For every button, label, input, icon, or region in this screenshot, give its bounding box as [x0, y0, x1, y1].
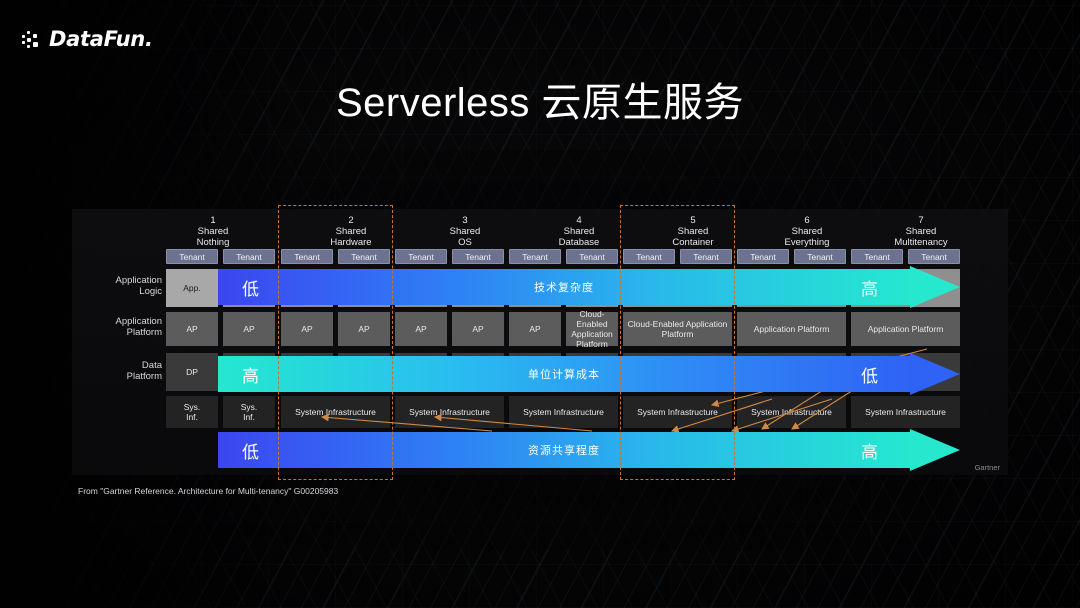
column-line1: Shared [449, 226, 481, 237]
cell-text: Application Platform [867, 324, 944, 334]
column-line1: Shared [563, 226, 595, 237]
cell-sys-inf-col2[interactable]: Sys. Inf. [223, 396, 275, 428]
row-label-application-logic: Application Logic [82, 275, 162, 297]
tenant-box[interactable]: Tenant [223, 249, 275, 264]
cell-application-platform[interactable]: Application Platform Application Platfor… [851, 312, 960, 346]
datafun-logo: DataFun. [22, 26, 153, 52]
row-label-data-platform: Data Platform [82, 360, 162, 382]
tenant-box[interactable]: Tenant [794, 249, 846, 264]
column-line2: OS [458, 237, 472, 248]
cell-app-platform-col1[interactable]: AP [166, 312, 218, 346]
column-line2: Everything [784, 237, 830, 248]
logo-dots-icon [22, 26, 44, 52]
row-label-line1: Application [115, 275, 162, 286]
arrow-end-label: 高 [861, 279, 878, 299]
cell-app-platform[interactable]: AP [452, 312, 504, 346]
tenant-box[interactable]: Tenant [737, 249, 789, 264]
row-label-line1: Data [141, 360, 162, 371]
cell-system-infrastructure[interactable]: System Infrastructure [395, 396, 504, 428]
row-label-line1: Application [115, 316, 162, 327]
arrow-head [910, 429, 960, 471]
column-header-4: 4 Shared Database [524, 215, 634, 248]
column-header-1: 1 Shared Nothing [158, 215, 268, 248]
cell-app-platform[interactable]: AP [509, 312, 561, 346]
cell-cloud-enabled-app-platform[interactable]: Application Platform [737, 312, 846, 346]
row-label-application-platform: Application Platform [82, 316, 162, 338]
row-label-line2: Platform [126, 371, 162, 382]
source-note: From "Gartner Reference. Architecture fo… [78, 486, 339, 496]
tenant-box[interactable]: Tenant [395, 249, 447, 264]
column-number: 6 [804, 215, 810, 226]
cell-app-platform[interactable]: AP [223, 312, 275, 346]
cell-data-platform-col1[interactable]: DP [166, 353, 218, 391]
cell-app-platform[interactable]: AP [395, 312, 447, 346]
arrow-end-label: 高 [861, 442, 878, 462]
highlight-box-column-2 [278, 205, 393, 480]
column-line2: Database [558, 237, 600, 248]
column-header-7: 7 Shared Multitenancy [866, 215, 976, 248]
multitenancy-architecture-diagram: 1 Shared Nothing 2 Shared Hardware 3 Sha… [72, 205, 1008, 480]
tenant-box[interactable]: Tenant [452, 249, 504, 264]
cell-system-infrastructure[interactable]: System Infrastructure [509, 396, 618, 428]
row-label-line2: Logic [139, 286, 162, 297]
column-header-3: 3 Shared OS [410, 215, 520, 248]
arrow-head [910, 353, 960, 395]
column-number: 1 [210, 215, 216, 226]
cell-system-infrastructure[interactable]: System Infrastructure [737, 396, 846, 428]
arrow-head [910, 266, 960, 308]
column-number: 7 [918, 215, 924, 226]
arrow-end-label: 低 [861, 366, 878, 386]
column-header-6: 6 Shared Everything [752, 215, 862, 248]
highlight-box-column-5 [620, 205, 735, 480]
cell-app-platform[interactable]: Cloud-Enabled Application Platform [566, 309, 618, 349]
column-line2: Nothing [196, 237, 230, 248]
cell-system-infrastructure[interactable]: System Infrastructure [851, 396, 960, 428]
slide-root: DataFun. Serverless 云原生服务 1 Shared Nothi… [0, 0, 1080, 608]
column-line1: Shared [791, 226, 823, 237]
column-line1: Shared [197, 226, 229, 237]
column-number: 4 [576, 215, 582, 226]
gartner-attribution: Gartner [974, 463, 1000, 472]
tenant-box[interactable]: Tenant [908, 249, 960, 264]
column-line1: Shared [905, 226, 937, 237]
column-number: 3 [462, 215, 468, 226]
tenant-box[interactable]: Tenant [566, 249, 618, 264]
logo-text: DataFun. [49, 27, 153, 51]
cell-app-logic-col1[interactable]: App. [166, 269, 218, 307]
tenant-box[interactable]: Tenant [509, 249, 561, 264]
tenant-box[interactable]: Tenant [166, 249, 218, 264]
tenant-box[interactable]: Tenant [851, 249, 903, 264]
column-line2: Multitenancy [894, 237, 948, 248]
cell-sys-inf-col1[interactable]: Sys. Inf. [166, 396, 218, 428]
page-title: Serverless 云原生服务 [335, 81, 745, 125]
row-label-line2: Platform [126, 327, 162, 338]
